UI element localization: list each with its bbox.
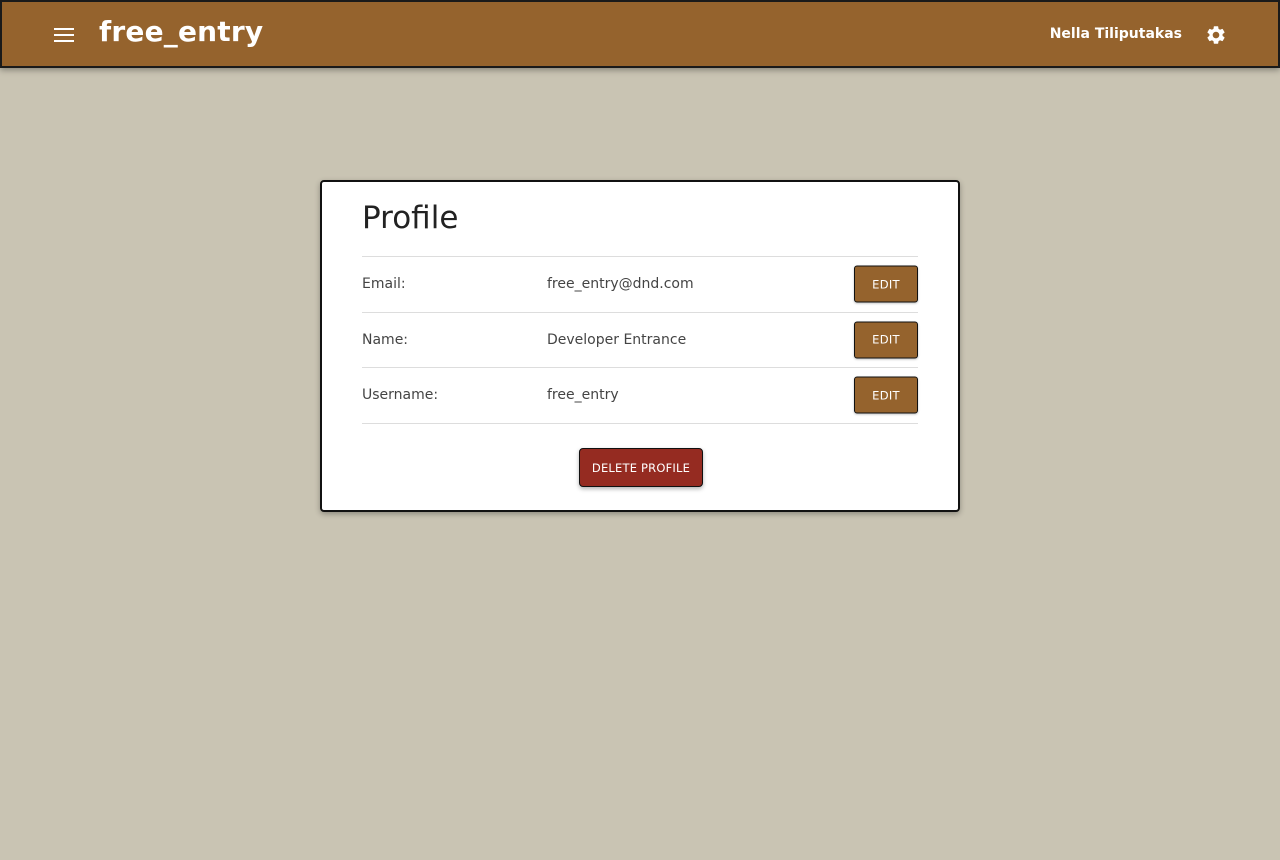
name-value: Developer Entrance <box>547 331 687 348</box>
page-title: Profile <box>362 200 459 236</box>
username-label: Username: <box>362 387 439 404</box>
profile-row-name: Name: Developer Entrance EDIT <box>362 313 918 368</box>
delete-profile-button[interactable]: DELETE PROFILE <box>579 448 703 487</box>
profile-row-email: Email: free_entry@dnd.com EDIT <box>362 257 918 313</box>
name-label: Name: <box>362 331 409 348</box>
app-title: free_entry <box>99 15 264 48</box>
top-app-bar: free_entry Nella Tiliputakas <box>0 0 1280 68</box>
gear-icon[interactable] <box>1204 23 1228 47</box>
hamburger-menu-icon[interactable] <box>52 23 76 47</box>
edit-email-button[interactable]: EDIT <box>854 265 918 303</box>
edit-username-button[interactable]: EDIT <box>854 376 918 414</box>
email-value: free_entry@dnd.com <box>547 276 694 293</box>
profile-row-username: Username: free_entry EDIT <box>362 368 918 424</box>
user-name-link[interactable]: Nella Tiliputakas <box>1050 26 1182 42</box>
profile-card: Profile Email: free_entry@dnd.com EDIT N… <box>320 180 960 512</box>
email-label: Email: <box>362 276 406 293</box>
profile-fields: Email: free_entry@dnd.com EDIT Name: Dev… <box>362 256 918 424</box>
edit-name-button[interactable]: EDIT <box>854 321 918 359</box>
username-value: free_entry <box>547 387 619 404</box>
